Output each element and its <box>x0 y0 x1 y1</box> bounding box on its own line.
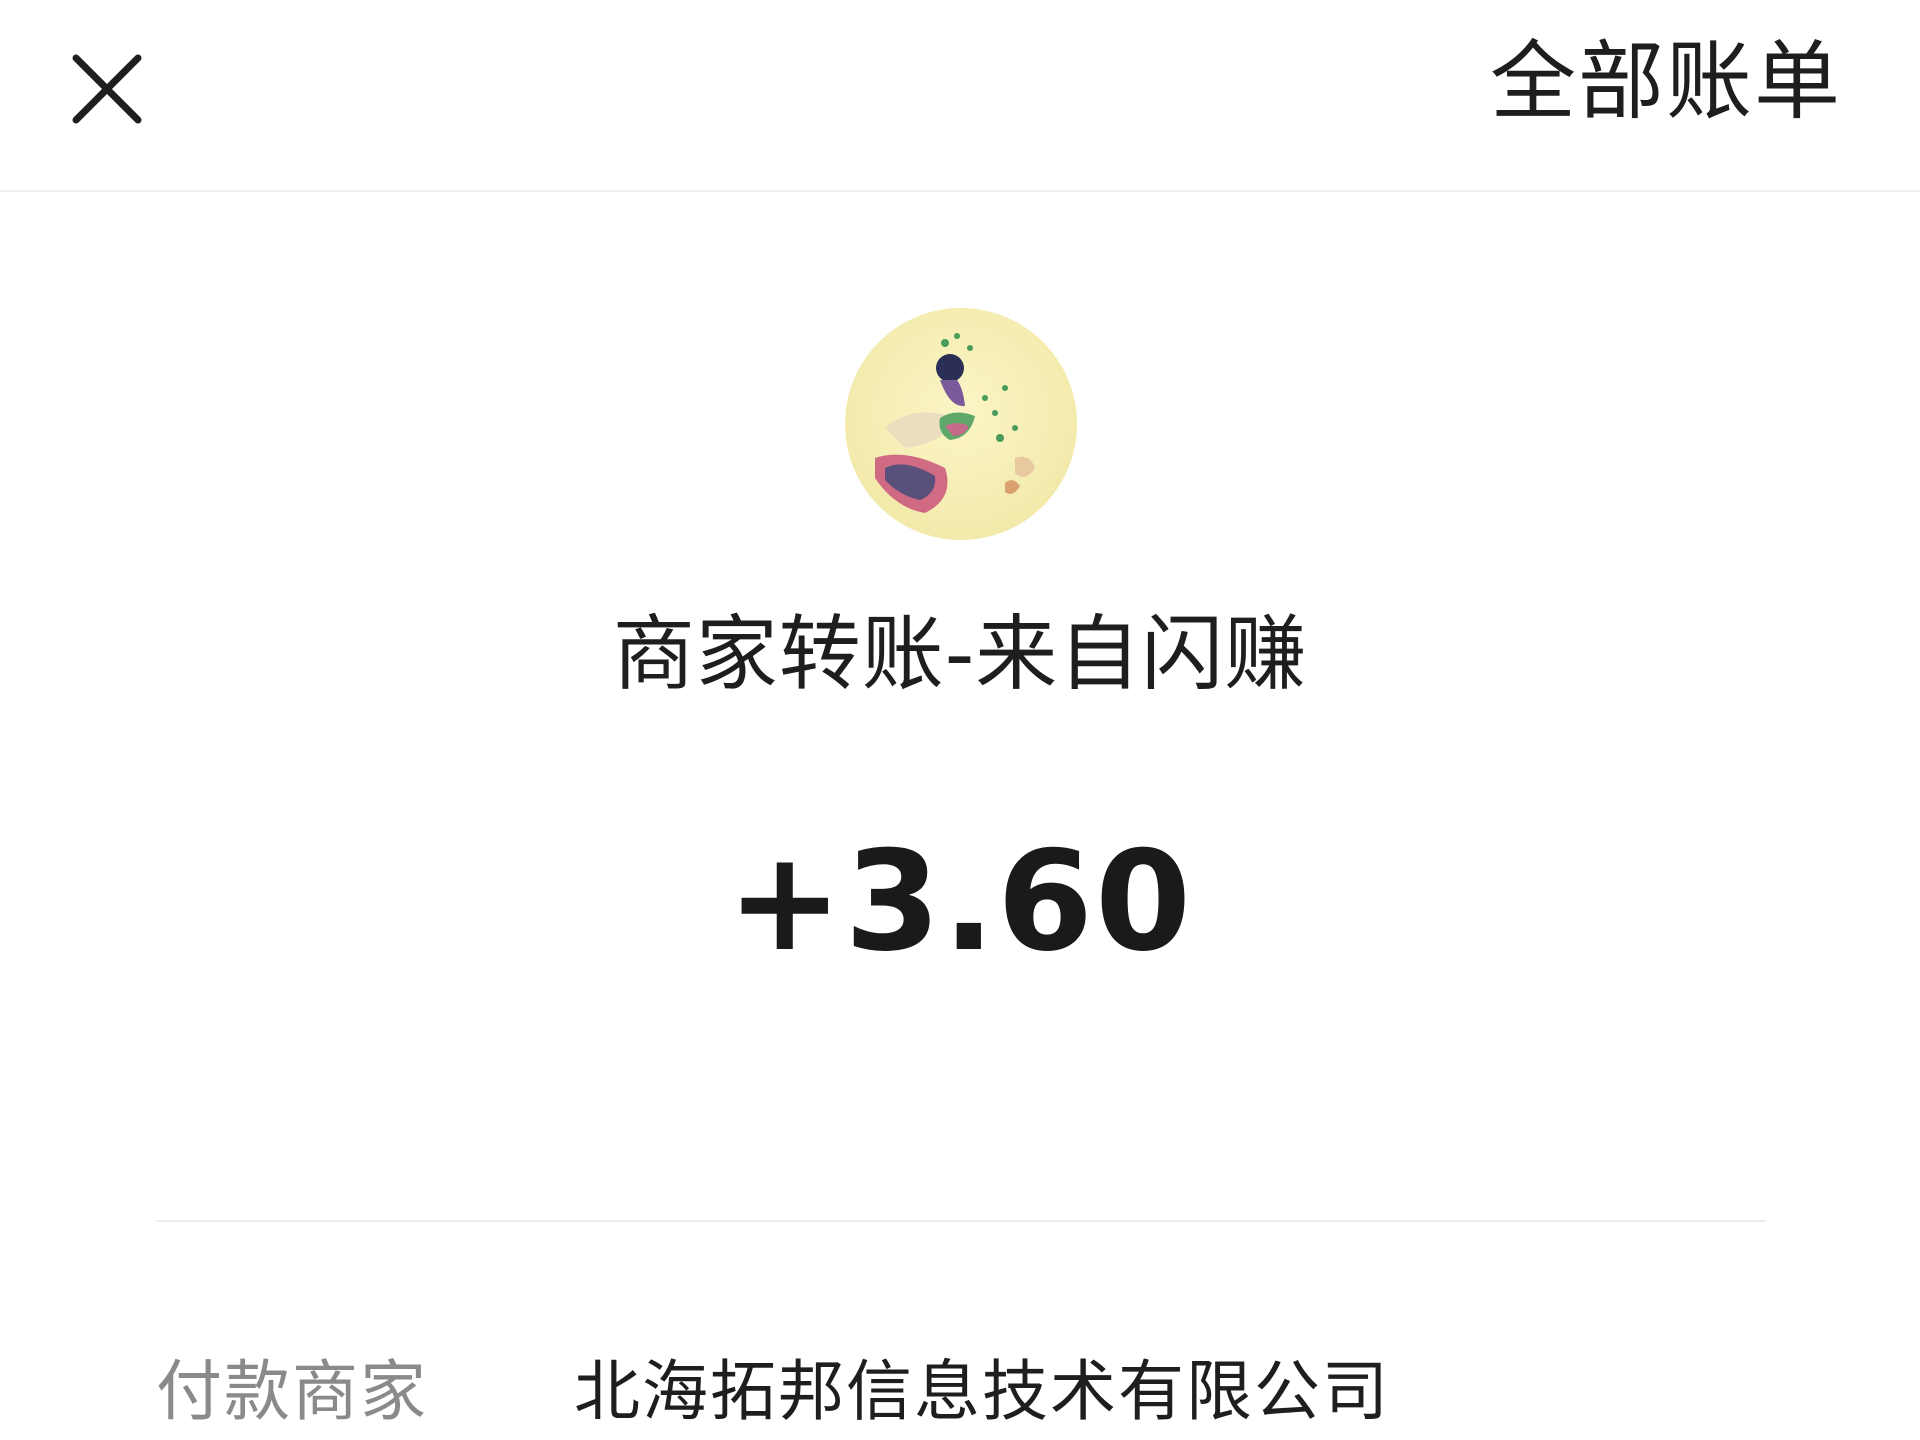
bill-detail-page: 全部账单 商家转账-来自闪赚 +3.60 付款商家 北海拓邦信息技术有限公司 <box>0 0 1920 1440</box>
merchant-title: 商家转账-来自闪赚 <box>612 607 1308 702</box>
detail-value: 北海拓邦信息技术有限公司 <box>574 1353 1390 1430</box>
all-bills-link[interactable]: 全部账单 <box>1490 32 1842 132</box>
detail-row-payer: 付款商家 北海拓邦信息技术有限公司 <box>156 1342 1766 1440</box>
detail-label: 付款商家 <box>156 1353 428 1430</box>
close-icon <box>72 54 142 124</box>
top-bar: 全部账单 <box>0 0 1920 192</box>
merchant-avatar <box>845 308 1077 540</box>
close-button[interactable] <box>52 34 162 144</box>
divider <box>156 1220 1766 1222</box>
transaction-amount: +3.60 <box>726 821 1194 982</box>
merchant-avatar-illustration <box>875 333 1035 513</box>
